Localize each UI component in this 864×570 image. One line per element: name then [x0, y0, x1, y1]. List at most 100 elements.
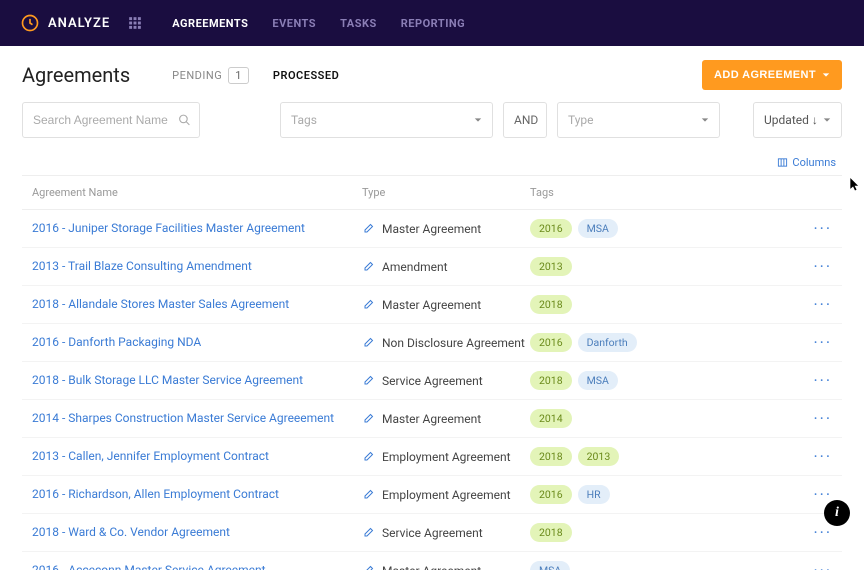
tag[interactable]: HR: [578, 485, 610, 504]
nav-agreements[interactable]: AGREEMENTS: [172, 17, 248, 30]
table-row: 2018 - Ward & Co. Vendor Agreement Servic…: [22, 514, 842, 552]
agreement-link[interactable]: 2013 - Trail Blaze Consulting Amendment: [32, 259, 252, 273]
type-filter-placeholder: Type: [568, 113, 594, 127]
edit-icon[interactable]: [362, 337, 374, 349]
tab-processed[interactable]: PROCESSED: [273, 69, 339, 82]
edit-icon[interactable]: [362, 413, 374, 425]
nav-reporting[interactable]: REPORTING: [401, 17, 465, 30]
columns-label: Columns: [792, 156, 836, 169]
tag[interactable]: 2016: [530, 219, 572, 238]
row-actions-button[interactable]: ···: [813, 561, 832, 570]
row-actions-button[interactable]: ···: [813, 409, 832, 428]
agreement-link[interactable]: 2018 - Ward & Co. Vendor Agreement: [32, 525, 230, 539]
columns-button[interactable]: Columns: [777, 156, 836, 169]
edit-icon[interactable]: [362, 223, 374, 235]
edit-icon[interactable]: [362, 451, 374, 463]
table-row: 2016 - Richardson, Allen Employment Cont…: [22, 476, 842, 514]
chevron-down-icon: [822, 71, 830, 79]
edit-icon[interactable]: [362, 261, 374, 273]
logic-filter[interactable]: AND: [503, 102, 547, 138]
agreement-type: Master Agreement: [382, 298, 481, 312]
tag[interactable]: 2018: [530, 371, 572, 390]
page-header: Agreements PENDING 1 PROCESSED ADD AGREE…: [0, 46, 864, 102]
table-row: 2013 - Trail Blaze Consulting Amendment A…: [22, 248, 842, 286]
row-actions-button[interactable]: ···: [813, 333, 832, 352]
tag[interactable]: 2018: [530, 295, 572, 314]
tag[interactable]: 2014: [530, 409, 572, 428]
row-actions-button[interactable]: ···: [813, 257, 832, 276]
agreement-type: Non Disclosure Agreement: [382, 336, 525, 350]
row-actions-button[interactable]: ···: [813, 295, 832, 314]
search-icon: [178, 114, 191, 127]
row-actions-button[interactable]: ···: [813, 447, 832, 466]
search-input[interactable]: [33, 103, 189, 137]
tags-filter[interactable]: Tags: [280, 102, 493, 138]
agreement-link[interactable]: 2016 - Juniper Storage Facilities Master…: [32, 221, 305, 235]
add-agreement-button[interactable]: ADD AGREEMENT: [702, 60, 842, 90]
edit-icon[interactable]: [362, 527, 374, 539]
tag[interactable]: 2018: [530, 447, 572, 466]
agreement-link[interactable]: 2018 - Bulk Storage LLC Master Service A…: [32, 373, 303, 387]
table-row: 2018 - Bulk Storage LLC Master Service A…: [22, 362, 842, 400]
agreement-link[interactable]: 2014 - Sharpes Construction Master Servi…: [32, 411, 334, 425]
brand[interactable]: ANALYZE: [20, 13, 110, 33]
tag[interactable]: 2018: [530, 523, 572, 542]
chevron-down-icon: [474, 116, 482, 124]
chevron-down-icon: [701, 116, 709, 124]
tag[interactable]: Danforth: [578, 333, 637, 352]
tab-pending[interactable]: PENDING 1: [172, 67, 249, 84]
agreement-type: Service Agreement: [382, 526, 483, 540]
header-type[interactable]: Type: [362, 186, 530, 199]
edit-icon[interactable]: [362, 565, 374, 570]
agreement-link[interactable]: 2016 - Acceconn Master Service Agreement: [32, 563, 266, 570]
agreement-link[interactable]: 2013 - Callen, Jennifer Employment Contr…: [32, 449, 269, 463]
columns-row: Columns: [0, 150, 864, 175]
chevron-down-icon: [823, 116, 831, 124]
nav-tasks[interactable]: TASKS: [340, 17, 377, 30]
tag[interactable]: 2013: [578, 447, 620, 466]
tag[interactable]: MSA: [578, 219, 618, 238]
sort-filter-value: Updated ↓: [764, 113, 818, 127]
sort-filter[interactable]: Updated ↓: [753, 102, 842, 138]
logic-filter-value: AND: [514, 113, 538, 127]
table-row: 2018 - Allandale Stores Master Sales Agr…: [22, 286, 842, 324]
row-actions-button[interactable]: ···: [813, 371, 832, 390]
table-row: 2016 - Danforth Packaging NDA Non Disclos…: [22, 324, 842, 362]
tag[interactable]: MSA: [578, 371, 618, 390]
tab-pending-label: PENDING: [172, 69, 222, 82]
tag[interactable]: 2013: [530, 257, 572, 276]
row-actions-button[interactable]: ···: [813, 219, 832, 238]
apps-grid-icon[interactable]: [128, 16, 142, 30]
agreement-type: Master Agreement: [382, 564, 481, 570]
columns-icon: [777, 157, 788, 168]
header-name[interactable]: Agreement Name: [32, 186, 362, 199]
header-tags[interactable]: Tags: [530, 186, 792, 199]
table-row: 2013 - Callen, Jennifer Employment Contr…: [22, 438, 842, 476]
agreement-type: Employment Agreement: [382, 488, 511, 502]
tag[interactable]: 2016: [530, 333, 572, 352]
mouse-cursor: [850, 178, 860, 192]
agreement-link[interactable]: 2016 - Danforth Packaging NDA: [32, 335, 201, 349]
edit-icon[interactable]: [362, 299, 374, 311]
nav-events[interactable]: EVENTS: [272, 17, 316, 30]
agreement-link[interactable]: 2018 - Allandale Stores Master Sales Agr…: [32, 297, 289, 311]
page-tabs: PENDING 1 PROCESSED: [172, 67, 339, 84]
type-filter[interactable]: Type: [557, 102, 720, 138]
edit-icon[interactable]: [362, 375, 374, 387]
agreement-link[interactable]: 2016 - Richardson, Allen Employment Cont…: [32, 487, 279, 501]
brand-text: ANALYZE: [48, 16, 110, 31]
agreements-table: Agreement Name Type Tags 2016 - Juniper …: [22, 175, 842, 570]
row-actions-button[interactable]: ···: [813, 523, 832, 542]
table-row: 2014 - Sharpes Construction Master Servi…: [22, 400, 842, 438]
tag[interactable]: MSA: [530, 561, 570, 570]
agreement-type: Amendment: [382, 260, 448, 274]
agreement-type: Master Agreement: [382, 412, 481, 426]
table-row: 2016 - Juniper Storage Facilities Master…: [22, 210, 842, 248]
info-button[interactable]: i: [824, 500, 850, 526]
filters-bar: Tags AND Type Updated ↓: [0, 102, 864, 150]
table-header: Agreement Name Type Tags: [22, 176, 842, 210]
search-input-wrap: [22, 102, 200, 138]
edit-icon[interactable]: [362, 489, 374, 501]
tag[interactable]: 2016: [530, 485, 572, 504]
agreement-type: Master Agreement: [382, 222, 481, 236]
